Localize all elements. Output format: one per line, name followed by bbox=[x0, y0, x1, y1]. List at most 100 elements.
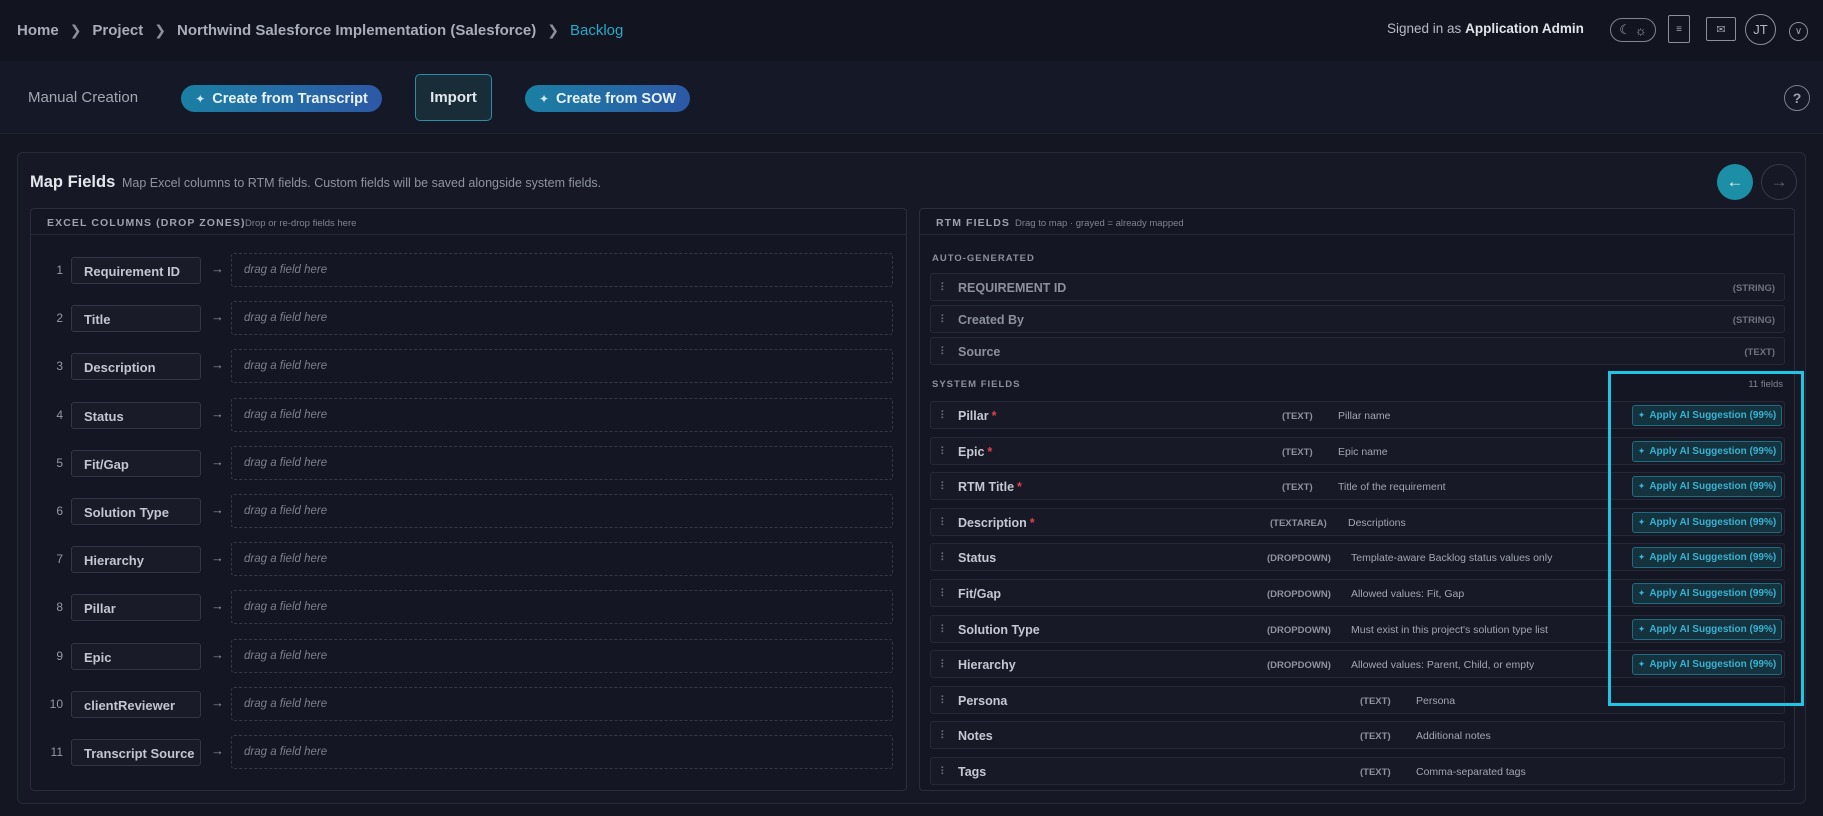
excel-column-chip[interactable]: clientReviewer bbox=[71, 690, 201, 718]
drag-handle-icon[interactable]: ⠇ bbox=[940, 551, 948, 564]
column-number: 11 bbox=[50, 745, 63, 759]
excel-column-chip[interactable]: Hierarchy bbox=[71, 546, 201, 574]
rtm-field-name-wrap: Solution Type bbox=[958, 623, 1040, 637]
arrow-right-icon: → bbox=[211, 743, 224, 758]
system-fields-count: 11 fields bbox=[1748, 379, 1783, 390]
rtm-field-row[interactable]: ⠇ RTM Title * (TEXT) Title of the requiremen… bbox=[930, 472, 1785, 501]
sparkle-icon: ✦ bbox=[1637, 588, 1646, 598]
rtm-field-type: (DROPDOWN) bbox=[1267, 589, 1331, 600]
excel-column-chip[interactable]: Pillar bbox=[71, 594, 201, 622]
rtm-field-row[interactable]: ⠇ Description * (TEXTAREA) Descriptions ✦ Appl… bbox=[930, 507, 1785, 536]
book-icon[interactable]: ≡ bbox=[1668, 15, 1690, 43]
required-marker: * bbox=[1017, 480, 1022, 495]
rtm-field-row[interactable]: ⠇ Solution Type (DROPDOWN) Must exist in th… bbox=[930, 614, 1785, 643]
rtm-field-row[interactable]: ⠇ Created By (STRING) bbox=[930, 305, 1785, 333]
moon-icon: ☾ bbox=[1619, 22, 1631, 37]
apply-ai-suggestion-label: Apply AI Suggestion (99%) bbox=[1649, 552, 1777, 564]
sparkle-icon: ✦ bbox=[1637, 410, 1646, 420]
rtm-field-type: (TEXT) bbox=[1282, 411, 1313, 422]
rtm-field-type: (STRING) bbox=[1732, 315, 1775, 326]
help-icon[interactable]: ? bbox=[1784, 85, 1810, 111]
rtm-field-type: (DROPDOWN) bbox=[1267, 624, 1331, 636]
drag-handle-icon[interactable]: ⠇ bbox=[940, 658, 948, 671]
rtm-field-row[interactable]: ⠇ Source (TEXT) bbox=[930, 337, 1785, 365]
field-drop-zone[interactable]: drag a field here bbox=[231, 590, 893, 625]
field-drop-zone[interactable]: drag a field here bbox=[231, 686, 893, 721]
excel-column-chip[interactable]: Description bbox=[71, 353, 201, 381]
drag-handle-icon[interactable]: ⠇ bbox=[940, 729, 948, 742]
field-drop-zone[interactable]: drag a field here bbox=[231, 542, 893, 577]
excel-column-chip[interactable]: Solution Type bbox=[71, 498, 201, 525]
excel-column-chip[interactable]: Transcript Source bbox=[71, 739, 201, 766]
previous-step-button[interactable]: ← bbox=[1717, 164, 1753, 200]
create-from-transcript-button[interactable]: ✦ Create from Transcript bbox=[181, 85, 382, 112]
avatar[interactable]: JT bbox=[1745, 14, 1776, 45]
field-drop-zone[interactable]: drag a field here bbox=[231, 253, 893, 287]
drag-handle-icon[interactable]: ⠇ bbox=[940, 281, 948, 294]
manual-creation-link[interactable]: Manual Creation bbox=[28, 89, 138, 106]
field-drop-zone[interactable]: drag a field here bbox=[231, 445, 893, 480]
apply-ai-suggestion-button[interactable]: ✦ Apply AI Suggestion (99%) bbox=[1632, 511, 1782, 533]
excel-column-chip[interactable]: Epic bbox=[71, 642, 201, 670]
field-drop-zone[interactable]: drag a field here bbox=[231, 638, 893, 673]
rtm-field-row[interactable]: ⠇ Notes (TEXT) Additional notes bbox=[930, 721, 1785, 750]
drag-handle-icon[interactable]: ⠇ bbox=[940, 480, 948, 493]
drag-handle-icon[interactable]: ⠇ bbox=[940, 313, 948, 326]
drag-handle-icon[interactable]: ⠇ bbox=[940, 623, 948, 636]
drag-handle-icon[interactable]: ⠇ bbox=[940, 694, 948, 707]
rtm-field-row[interactable]: ⠇ Pillar * (TEXT) Pillar name ✦ Apply AI Sugge… bbox=[930, 401, 1785, 429]
rtm-field-row[interactable]: ⠇ Tags (TEXT) Comma-separated tags bbox=[930, 757, 1785, 785]
breadcrumb: Home ❯ Project ❯ Northwind Salesforce Im… bbox=[17, 22, 623, 39]
drag-handle-icon[interactable]: ⠇ bbox=[940, 516, 948, 529]
system-fields-label: SYSTEM FIELDS bbox=[932, 379, 1021, 390]
rtm-field-row[interactable]: ⠇ Persona (TEXT) Persona bbox=[930, 685, 1785, 714]
next-step-button[interactable]: → bbox=[1761, 164, 1797, 200]
drag-handle-icon[interactable]: ⠇ bbox=[940, 765, 948, 778]
apply-ai-suggestion-button[interactable]: ✦ Apply AI Suggestion (99%) bbox=[1632, 547, 1782, 569]
apply-ai-suggestion-button[interactable]: ✦ Apply AI Suggestion (99%) bbox=[1632, 654, 1782, 676]
breadcrumb-home[interactable]: Home bbox=[17, 22, 59, 39]
excel-column-row: 9 Epic → drag a field here bbox=[31, 638, 908, 673]
column-number: 9 bbox=[56, 648, 63, 663]
apply-ai-suggestion-button[interactable]: ✦ Apply AI Suggestion (99%) bbox=[1632, 405, 1782, 426]
drag-handle-icon[interactable]: ⠇ bbox=[940, 345, 948, 358]
rtm-fields-title: RTM FIELDS bbox=[936, 217, 1010, 229]
mail-icon[interactable]: ✉ bbox=[1706, 17, 1736, 41]
field-drop-zone[interactable]: drag a field here bbox=[231, 735, 893, 769]
rtm-field-row[interactable]: ⠇ REQUIREMENT ID (STRING) bbox=[930, 273, 1785, 301]
apply-ai-suggestion-button[interactable]: ✦ Apply AI Suggestion (99%) bbox=[1632, 440, 1782, 462]
theme-toggle[interactable]: ☾ ☼ bbox=[1610, 18, 1656, 42]
excel-column-chip[interactable]: Fit/Gap bbox=[71, 449, 201, 477]
arrow-right-icon: → bbox=[211, 261, 224, 276]
field-drop-zone[interactable]: drag a field here bbox=[231, 301, 893, 336]
rtm-field-row[interactable]: ⠇ Fit/Gap (DROPDOWN) Allowed values: Fit, G… bbox=[930, 579, 1785, 607]
drag-handle-icon[interactable]: ⠇ bbox=[940, 587, 948, 600]
rtm-field-row[interactable]: ⠇ Epic * (TEXT) Epic name ✦ Apply AI Suggestio… bbox=[930, 436, 1785, 465]
field-drop-zone[interactable]: drag a field here bbox=[231, 349, 893, 384]
apply-ai-suggestion-button[interactable]: ✦ Apply AI Suggestion (99%) bbox=[1632, 583, 1782, 604]
field-drop-zone[interactable]: drag a field here bbox=[231, 494, 893, 528]
create-from-sow-button[interactable]: ✦ Create from SOW bbox=[525, 85, 690, 112]
apply-ai-suggestion-button[interactable]: ✦ Apply AI Suggestion (99%) bbox=[1632, 476, 1782, 498]
rtm-field-row[interactable]: ⠇ Status (DROPDOWN) Template-aware Backlog … bbox=[930, 543, 1785, 572]
drag-handle-icon[interactable]: ⠇ bbox=[940, 445, 948, 458]
breadcrumb-project-name[interactable]: Northwind Salesforce Implementation (Sal… bbox=[177, 22, 536, 39]
rtm-field-description: Descriptions bbox=[1348, 516, 1406, 529]
chevron-down-icon[interactable]: ∨ bbox=[1789, 22, 1808, 41]
import-button[interactable]: Import bbox=[415, 74, 492, 121]
sparkle-icon: ✦ bbox=[195, 91, 206, 106]
rtm-field-name-wrap: RTM Title * bbox=[958, 480, 1022, 494]
excel-column-chip[interactable]: Status bbox=[71, 401, 201, 429]
rtm-field-row[interactable]: ⠇ Hierarchy (DROPDOWN) Allowed values: Pare… bbox=[930, 650, 1785, 679]
excel-column-row: 5 Fit/Gap → drag a field here bbox=[31, 445, 908, 480]
excel-columns-panel: EXCEL COLUMNS (DROP ZONES) Drop or re-dr… bbox=[30, 208, 907, 791]
excel-column-chip[interactable]: Title bbox=[71, 305, 201, 333]
breadcrumb-project[interactable]: Project bbox=[92, 22, 143, 39]
field-drop-zone[interactable]: drag a field here bbox=[231, 397, 893, 432]
rtm-field-name-wrap: Status bbox=[958, 551, 996, 565]
rtm-field-name: Pillar bbox=[958, 409, 989, 423]
excel-column-chip[interactable]: Requirement ID bbox=[71, 257, 201, 284]
drag-handle-icon[interactable]: ⠇ bbox=[940, 409, 948, 422]
apply-ai-suggestion-button[interactable]: ✦ Apply AI Suggestion (99%) bbox=[1632, 618, 1782, 640]
sparkle-icon: ✦ bbox=[1637, 623, 1646, 634]
